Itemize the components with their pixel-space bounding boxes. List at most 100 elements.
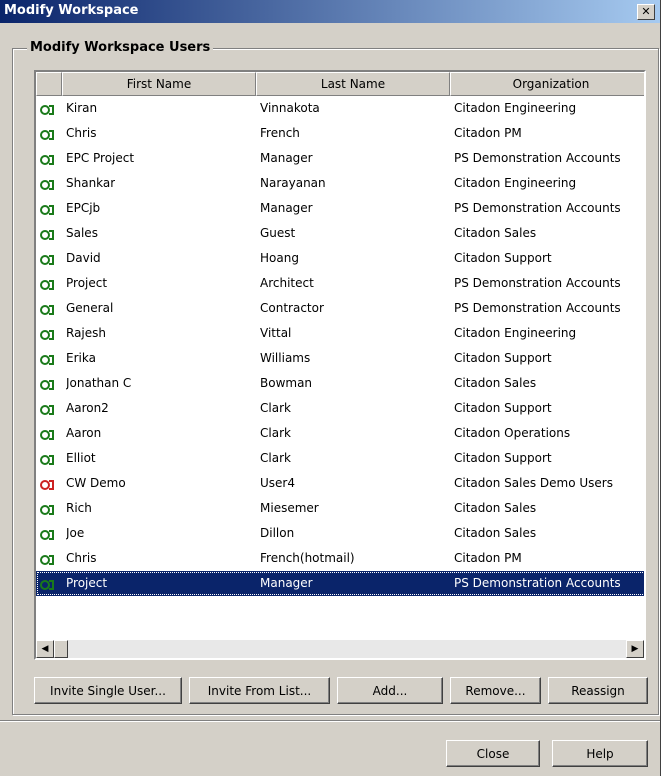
table-row[interactable]: Shankar Narayanan Citadon Engineering	[36, 171, 644, 196]
last-name-cell: Manager	[260, 201, 313, 215]
close-button[interactable]: Close	[446, 740, 540, 767]
last-name-cell: Clark	[260, 426, 291, 440]
first-name-cell: Kiran	[66, 101, 98, 115]
close-window-button[interactable]: ✕	[637, 4, 655, 20]
scroll-right-button[interactable]: ▶	[626, 640, 644, 658]
last-name-cell: Architect	[260, 276, 314, 290]
table-row[interactable]: Project Architect PS Demonstration Account…	[36, 271, 644, 296]
last-name-cell: Narayanan	[260, 176, 326, 190]
organization-cell: PS Demonstration Accounts	[454, 301, 621, 315]
user-active-icon	[40, 351, 54, 365]
table-row[interactable]: Sales Guest Citadon Sales	[36, 221, 644, 246]
first-name-cell: Rajesh	[66, 326, 107, 340]
table-row[interactable]: EPC Project Manager PS Demonstration Accou…	[36, 146, 644, 171]
first-name-cell: Chris	[66, 126, 97, 140]
remove-button[interactable]: Remove...	[450, 677, 541, 704]
scroll-thumb[interactable]	[54, 640, 68, 658]
last-name-cell: Guest	[260, 226, 296, 240]
icon-column-header[interactable]	[36, 72, 62, 96]
organization-cell: Citadon Engineering	[454, 101, 577, 115]
table-row[interactable]: Aaron Clark Citadon Operations	[36, 421, 644, 446]
table-row[interactable]: General Contractor PS Demonstration Accoun…	[36, 296, 644, 321]
last-name-column-header[interactable]: Last Name	[256, 72, 450, 96]
last-name-cell: Manager	[260, 576, 313, 590]
organization-cell: PS Demonstration Accounts	[454, 276, 621, 290]
reassign-button[interactable]: Reassign	[548, 677, 648, 704]
first-name-cell: Rich	[66, 501, 92, 515]
table-row[interactable]: Chris French(hotmail) Citadon PM	[36, 546, 644, 571]
user-active-icon	[40, 551, 54, 565]
organization-cell: Citadon PM	[454, 126, 522, 140]
table-row[interactable]: Elliot Clark Citadon Support	[36, 446, 644, 471]
background-edge	[661, 0, 671, 776]
first-name-cell: CW Demo	[66, 476, 126, 490]
scroll-left-button[interactable]: ◀	[36, 640, 54, 658]
table-row[interactable]: Chris French Citadon PM	[36, 121, 644, 146]
user-active-icon	[40, 176, 54, 190]
user-active-icon	[40, 276, 54, 290]
user-active-icon	[40, 326, 54, 340]
invite-single-user-button[interactable]: Invite Single User...	[34, 677, 182, 704]
table-row[interactable]: EPCjb Manager PS Demonstration Accounts	[36, 196, 644, 221]
first-name-column-header[interactable]: First Name	[62, 72, 256, 96]
first-name-cell: Shankar	[66, 176, 116, 190]
table-row[interactable]: Joe Dillon Citadon Sales	[36, 521, 644, 546]
first-name-cell: Chris	[66, 551, 97, 565]
user-active-icon	[40, 201, 54, 215]
last-name-cell: Vittal	[260, 326, 292, 340]
users-list[interactable]: First Name Last Name Organization Kiran V…	[34, 70, 646, 660]
add-button[interactable]: Add...	[337, 677, 443, 704]
invite-from-list-button[interactable]: Invite From List...	[189, 677, 330, 704]
first-name-cell: Erika	[66, 351, 96, 365]
first-name-cell: Jonathan C	[66, 376, 132, 390]
table-row[interactable]: Aaron2 Clark Citadon Support	[36, 396, 644, 421]
table-row[interactable]: David Hoang Citadon Support	[36, 246, 644, 271]
organization-cell: Citadon Sales Demo Users	[454, 476, 613, 490]
user-active-icon	[40, 451, 54, 465]
table-row[interactable]: Kiran Vinnakota Citadon Engineering	[36, 96, 644, 121]
organization-cell: Citadon Sales	[454, 526, 537, 540]
last-name-cell: French(hotmail)	[260, 551, 355, 565]
user-active-icon	[40, 376, 54, 390]
user-active-icon	[40, 501, 54, 515]
user-active-icon	[40, 526, 54, 540]
user-active-icon	[40, 401, 54, 415]
organization-cell: Citadon Support	[454, 351, 552, 365]
organization-cell: Citadon Engineering	[454, 176, 577, 190]
last-name-cell: Williams	[260, 351, 311, 365]
table-row[interactable]: Erika Williams Citadon Support	[36, 346, 644, 371]
first-name-cell: Joe	[66, 526, 85, 540]
last-name-cell: Clark	[260, 401, 291, 415]
horizontal-scrollbar[interactable]: ◀ ▶	[36, 640, 644, 658]
first-name-cell: Aaron2	[66, 401, 109, 415]
first-name-cell: EPC Project	[66, 151, 135, 165]
help-button[interactable]: Help	[552, 740, 648, 767]
last-name-cell: Bowman	[260, 376, 313, 390]
organization-cell: PS Demonstration Accounts	[454, 576, 621, 590]
user-active-icon	[40, 251, 54, 265]
table-row[interactable]: Rajesh Vittal Citadon Engineering	[36, 321, 644, 346]
organization-column-header[interactable]: Organization	[450, 72, 644, 96]
user-active-icon	[40, 101, 54, 115]
organization-cell: Citadon PM	[454, 551, 522, 565]
organization-cell: Citadon Engineering	[454, 326, 577, 340]
title-bar: Modify Workspace ✕	[0, 0, 660, 23]
table-row[interactable]: CW Demo User4 Citadon Sales Demo Users	[36, 471, 644, 496]
modify-workspace-dialog: Modify Workspace ✕ Modify Workspace User…	[0, 0, 661, 776]
first-name-cell: David	[66, 251, 101, 265]
list-header: First Name Last Name Organization	[36, 72, 644, 96]
organization-cell: Citadon Operations	[454, 426, 571, 440]
last-name-cell: Contractor	[260, 301, 324, 315]
last-name-cell: French	[260, 126, 300, 140]
table-row[interactable]: Project Manager PS Demonstration Accounts	[36, 571, 644, 596]
table-row[interactable]: Rich Miesemer Citadon Sales	[36, 496, 644, 521]
organization-cell: PS Demonstration Accounts	[454, 151, 621, 165]
organization-cell: Citadon Support	[454, 251, 552, 265]
organization-cell: PS Demonstration Accounts	[454, 201, 621, 215]
organization-cell: Citadon Sales	[454, 501, 537, 515]
user-pending-icon	[40, 476, 54, 490]
separator	[0, 720, 660, 722]
table-row[interactable]: Jonathan C Bowman Citadon Sales	[36, 371, 644, 396]
window-title: Modify Workspace	[4, 3, 139, 18]
list-rows: Kiran Vinnakota Citadon Engineering Chris Fr…	[36, 96, 644, 596]
